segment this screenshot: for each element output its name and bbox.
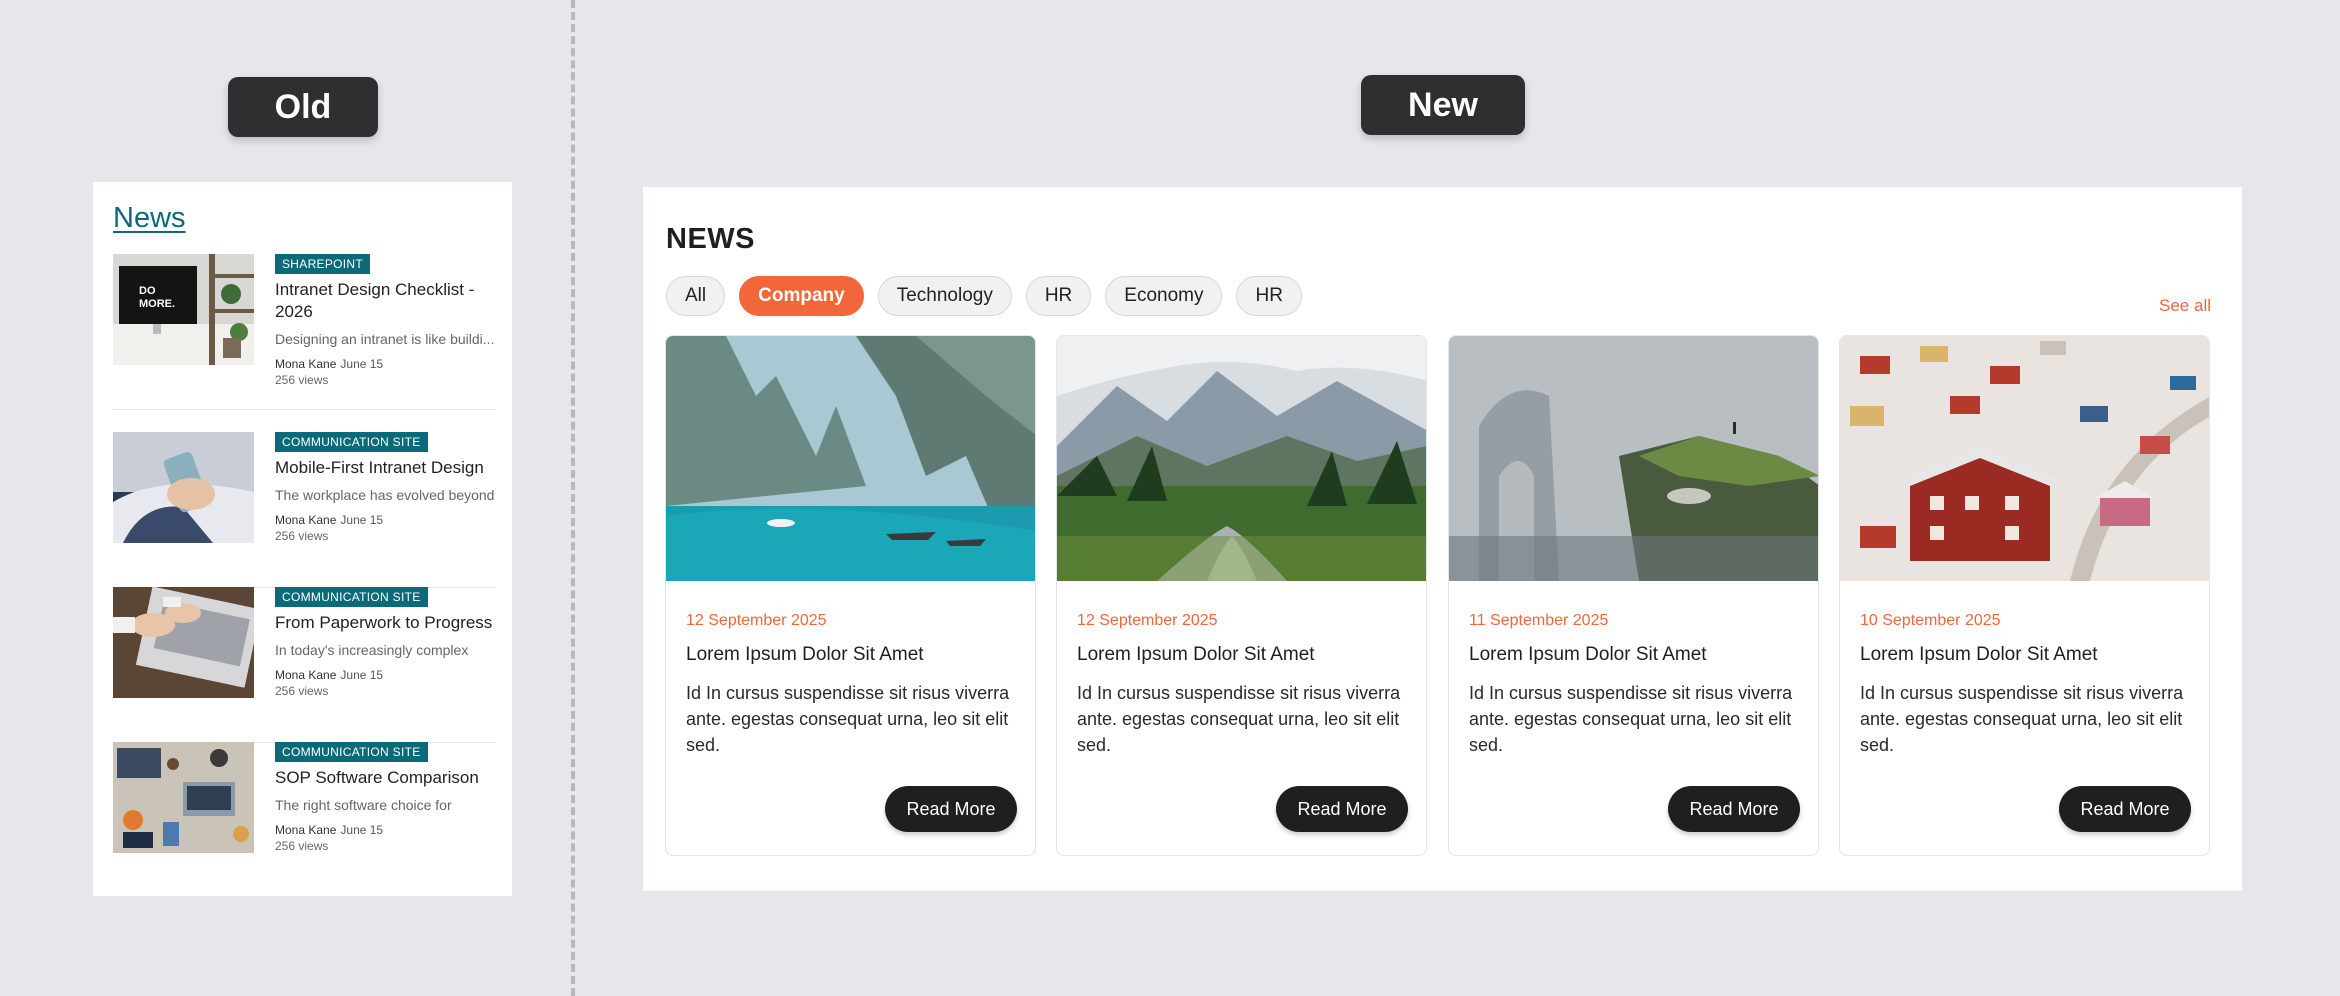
new-news-panel: NEWS All Company Technology HR Economy H… [643, 187, 2242, 891]
filter-chip-hr-2[interactable]: HR [1236, 276, 1302, 316]
dashed-divider [571, 0, 575, 996]
card-image[interactable] [1057, 336, 1426, 581]
card-text: Id In cursus suspendisse sit risus viver… [1077, 683, 1401, 755]
author-name: Mona Kane [275, 513, 337, 527]
card-date: 10 September 2025 [1860, 612, 2001, 629]
old-news-panel: News DO MORE. SHAREPOINT Intranet Design… [93, 182, 512, 898]
news-card[interactable]: 12 September 2025 Lorem Ipsum Dolor Sit … [1056, 335, 1427, 856]
card-image[interactable] [1449, 336, 1818, 581]
item-date: June 15 [340, 823, 384, 837]
view-count: 256 views [275, 529, 329, 543]
view-count: 256 views [275, 373, 329, 387]
filter-chip-economy[interactable]: Economy [1105, 276, 1223, 316]
filter-bar: All Company Technology HR Economy HR [666, 276, 1302, 316]
filter-chip-company[interactable]: Company [739, 276, 864, 316]
item-excerpt: The workplace has evolved beyond [275, 487, 495, 503]
item-date: June 15 [340, 357, 384, 371]
news-card[interactable]: 11 September 2025 Lorem Ipsum Dolor Sit … [1448, 335, 1819, 856]
news-heading: NEWS [666, 223, 755, 255]
item-meta: Mona Kane June 15 [275, 668, 496, 682]
card-title[interactable]: Lorem Ipsum Dolor Sit Amet [1077, 644, 1315, 666]
filter-chip-all[interactable]: All [666, 276, 726, 316]
old-label: Old [228, 77, 378, 137]
read-more-button[interactable]: Read More [885, 786, 1017, 832]
item-headline[interactable]: Intranet Design Checklist - 2026 [275, 279, 496, 323]
item-headline[interactable]: Mobile-First Intranet Design [275, 457, 496, 479]
item-meta: Mona Kane June 15 [275, 357, 496, 371]
list-item[interactable]: COMMUNICATION SITE Mobile-First Intranet… [113, 432, 496, 588]
list-item[interactable]: COMMUNICATION SITE From Paperwork to Pro… [113, 587, 496, 743]
see-all-link[interactable]: See all [2159, 296, 2211, 316]
card-text: Id In cursus suspendisse sit risus viver… [686, 683, 1010, 755]
thumbnail-image[interactable]: DO MORE. [113, 254, 254, 365]
card-title[interactable]: Lorem Ipsum Dolor Sit Amet [686, 644, 924, 666]
news-card[interactable]: 12 September 2025 Lorem Ipsum Dolor Sit … [665, 335, 1036, 856]
author-name: Mona Kane [275, 823, 337, 837]
svg-text:MORE.: MORE. [139, 298, 175, 310]
item-headline[interactable]: SOP Software Comparison [275, 767, 496, 789]
new-label: New [1361, 75, 1525, 135]
card-image[interactable] [666, 336, 1035, 581]
item-excerpt: The right software choice for [275, 797, 452, 813]
thumbnail-image[interactable] [113, 432, 254, 543]
category-badge[interactable]: COMMUNICATION SITE [275, 432, 428, 452]
old-news-title[interactable]: News [113, 202, 186, 235]
card-text: Id In cursus suspendisse sit risus viver… [1860, 683, 2184, 755]
card-date: 11 September 2025 [1469, 612, 1609, 629]
card-date: 12 September 2025 [686, 612, 827, 629]
filter-chip-technology[interactable]: Technology [877, 276, 1012, 316]
item-date: June 15 [340, 668, 384, 682]
card-title[interactable]: Lorem Ipsum Dolor Sit Amet [1469, 644, 1707, 666]
item-excerpt: Designing an intranet is like buildi... [275, 331, 495, 347]
thumbnail-image[interactable] [113, 742, 254, 853]
category-badge[interactable]: COMMUNICATION SITE [275, 587, 428, 607]
list-item[interactable]: COMMUNICATION SITE SOP Software Comparis… [113, 742, 496, 898]
card-title[interactable]: Lorem Ipsum Dolor Sit Amet [1860, 644, 2098, 666]
svg-text:DO: DO [139, 285, 156, 297]
item-meta: Mona Kane June 15 [275, 513, 496, 527]
view-count: 256 views [275, 684, 329, 698]
read-more-button[interactable]: Read More [1668, 786, 1800, 832]
list-item[interactable]: DO MORE. SHAREPOINT Intranet Design Chec… [113, 254, 496, 410]
read-more-button[interactable]: Read More [2059, 786, 2191, 832]
item-date: June 15 [340, 513, 384, 527]
card-text: Id In cursus suspendisse sit risus viver… [1469, 683, 1793, 755]
item-meta: Mona Kane June 15 [275, 823, 496, 837]
category-badge[interactable]: SHAREPOINT [275, 254, 371, 274]
card-date: 12 September 2025 [1077, 612, 1218, 629]
author-name: Mona Kane [275, 668, 337, 682]
author-name: Mona Kane [275, 357, 337, 371]
card-image[interactable] [1840, 336, 2209, 581]
filter-chip-hr[interactable]: HR [1025, 276, 1092, 316]
item-headline[interactable]: From Paperwork to Progress [275, 612, 496, 634]
item-excerpt: In today's increasingly complex [275, 642, 469, 658]
view-count: 256 views [275, 839, 329, 853]
thumbnail-image[interactable] [113, 587, 254, 698]
news-card[interactable]: 10 September 2025 Lorem Ipsum Dolor Sit … [1839, 335, 2210, 856]
read-more-button[interactable]: Read More [1276, 786, 1408, 832]
category-badge[interactable]: COMMUNICATION SITE [275, 742, 428, 762]
